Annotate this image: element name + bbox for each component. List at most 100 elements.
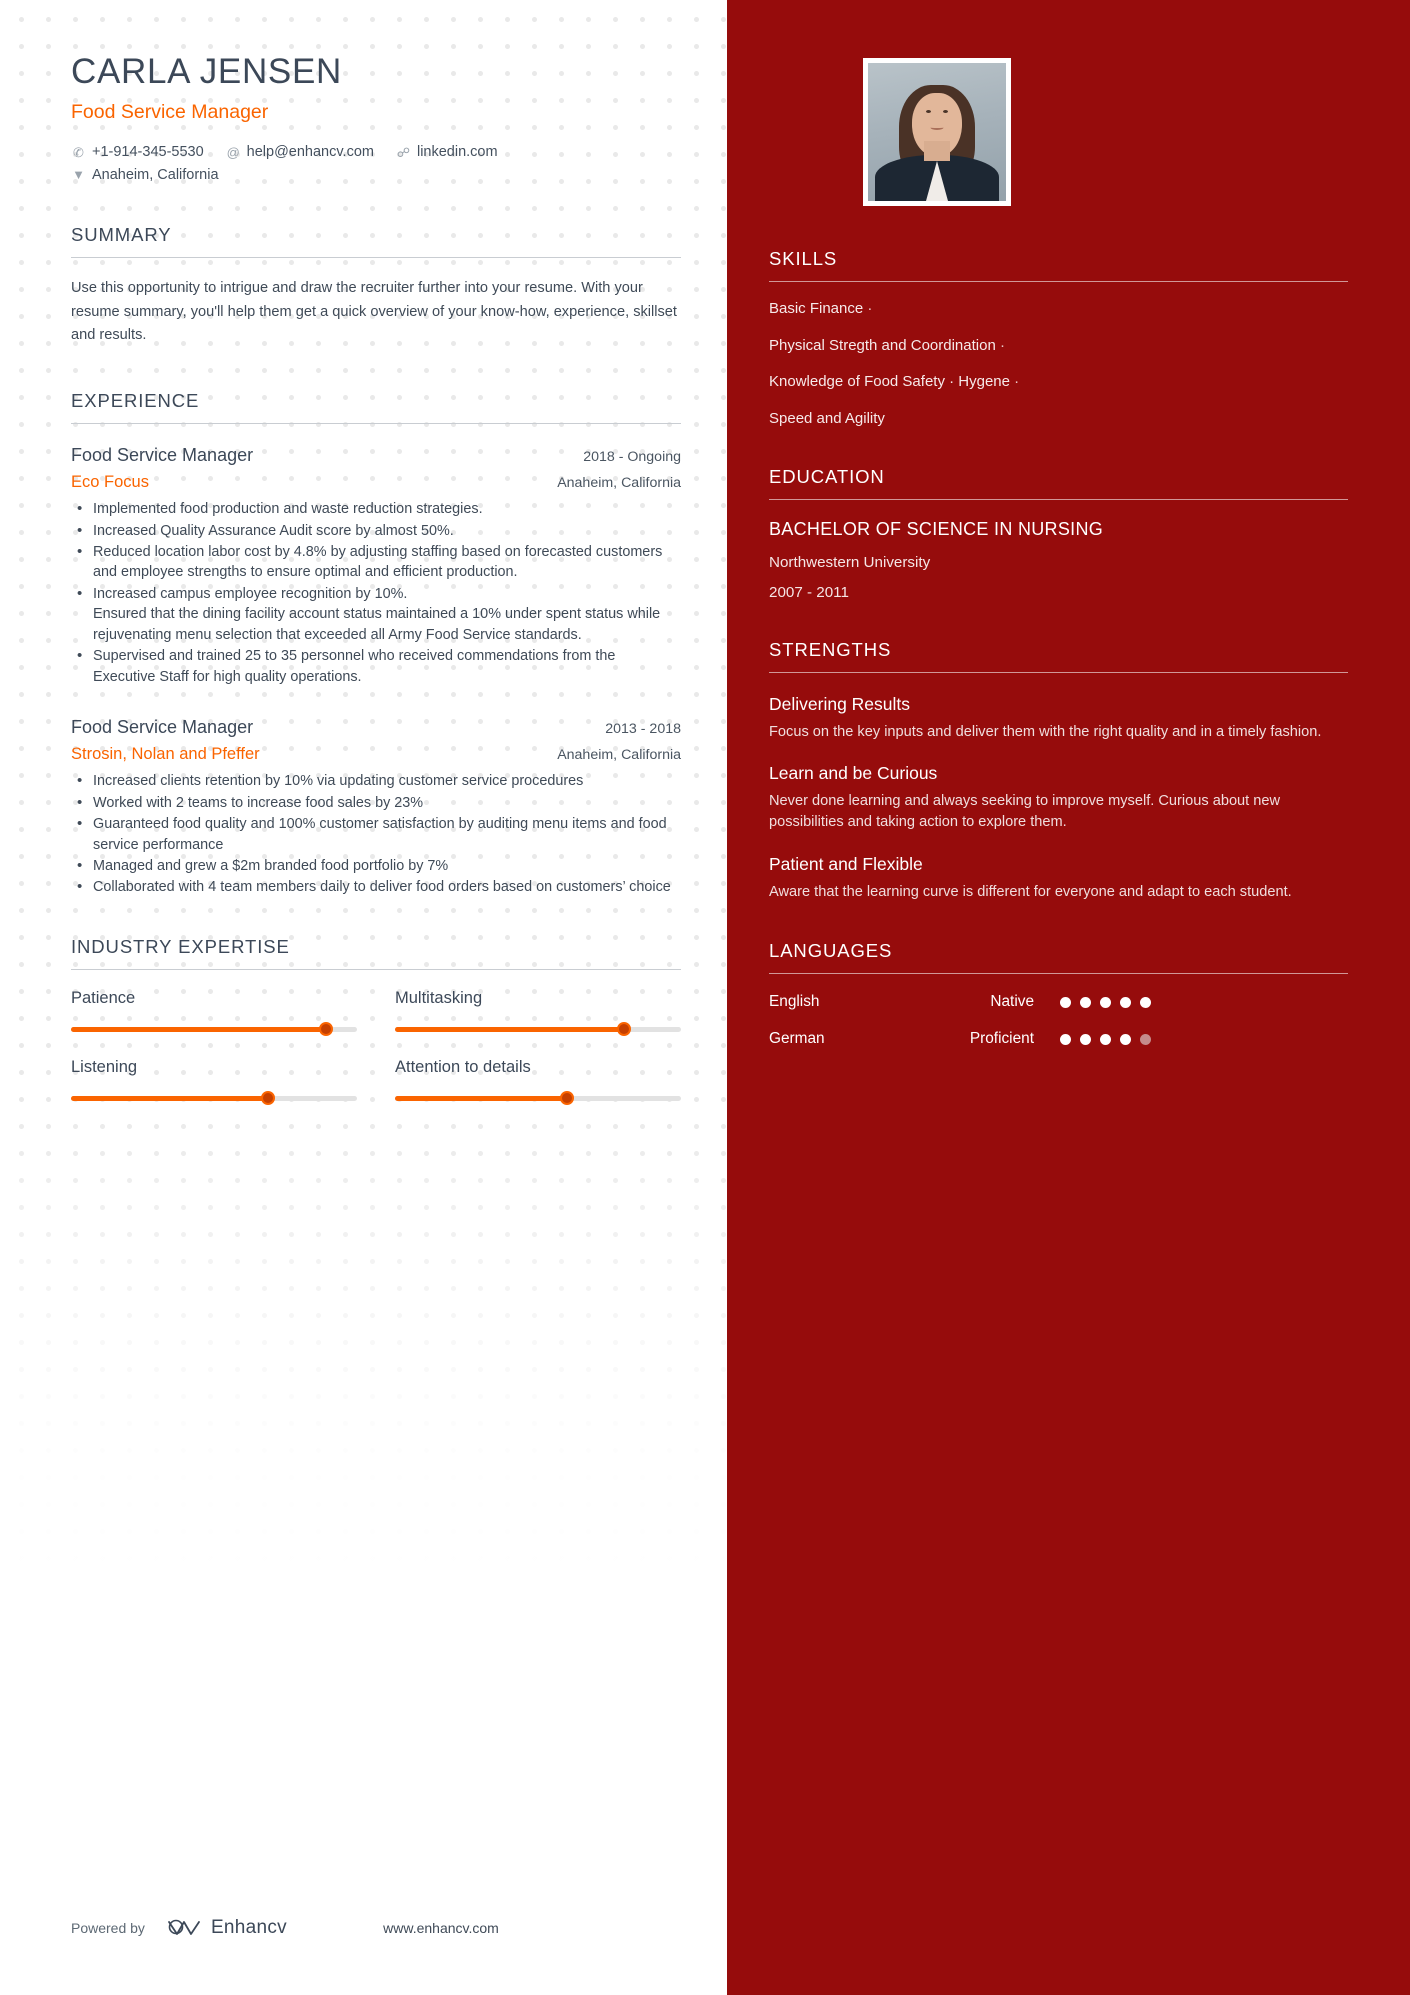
experience-section: EXPERIENCE Food Service Manager 2018 - O… — [71, 390, 681, 898]
industry-expertise-heading: INDUSTRY EXPERTISE — [71, 935, 290, 957]
language-row: English Native — [769, 993, 1348, 1011]
link-icon: ☍ — [396, 144, 411, 160]
language-rating-dots — [1060, 996, 1151, 1008]
summary-heading: SUMMARY — [71, 224, 172, 246]
page-footer: Powered by Enhancv www.enhancv.com — [71, 1917, 681, 1939]
skill-separator: · — [1014, 373, 1020, 390]
page-title: CARLA JENSEN — [71, 52, 342, 91]
bullet-text: Increased campus employee recognition by… — [93, 585, 408, 602]
language-name: English — [769, 993, 820, 1011]
skill-separator: · — [999, 336, 1005, 354]
location-pin-icon: ▼ — [72, 167, 85, 183]
slider-fill — [71, 1095, 269, 1101]
education-divider — [769, 499, 1348, 500]
slider-knob[interactable] — [261, 1091, 276, 1106]
skill-name: Physical Stregth and Coordination — [769, 336, 996, 354]
avatar-photo — [868, 63, 1006, 201]
experience-entry: Food Service Manager 2013 - 2018 Strosin… — [71, 717, 681, 898]
language-name: German — [769, 1030, 825, 1048]
rating-dot-empty — [1140, 1033, 1151, 1045]
contact-linkedin[interactable]: ☍ linkedin.com — [396, 141, 498, 163]
bullet-text: Implemented food production and waste re… — [93, 501, 483, 518]
strength-description: Focus on the key inputs and deliver them… — [769, 723, 1322, 740]
education-dates: 2007 - 2011 — [769, 583, 849, 601]
contact-location-text: Anaheim, California — [92, 166, 219, 183]
rating-dot-filled — [1100, 1033, 1111, 1045]
strength-title: Delivering Results — [769, 693, 911, 714]
job-title: Food Service Manager — [71, 101, 269, 124]
list-item: Implemented food production and waste re… — [71, 498, 681, 520]
experience-entry-head: Food Service Manager 2018 - Ongoing — [71, 445, 681, 466]
rating-dot-filled — [1080, 996, 1091, 1008]
experience-role: Food Service Manager — [71, 717, 254, 738]
bullet-text: Worked with 2 teams to increase food sal… — [93, 794, 424, 811]
slider-fill — [71, 1026, 326, 1032]
powered-by-label: Powered by — [71, 1920, 145, 1936]
enhancv-logo-icon — [168, 1919, 200, 1935]
avatar-neck — [924, 141, 950, 161]
contact-row-primary: ✆ +1-914-345-5530 @ help@enhancv.com ☍ l… — [71, 141, 681, 163]
skills-divider — [769, 281, 1348, 282]
summary-text: Use this opportunity to intrigue and dra… — [71, 280, 677, 344]
footer-url[interactable]: www.enhancv.com — [201, 1920, 681, 1936]
expertise-slider[interactable] — [395, 1022, 681, 1037]
bullet-text: Collaborated with 4 team members daily t… — [93, 879, 671, 896]
avatar-eye-right — [942, 109, 948, 113]
contact-email-text: help@enhancv.com — [246, 144, 374, 161]
skill-item: Basic Finance · — [769, 299, 1348, 319]
expertise-item-listening: Listening — [71, 1058, 357, 1106]
slider-fill — [395, 1095, 567, 1101]
expertise-item-attention-to-details: Attention to details — [395, 1057, 681, 1106]
bullet-text: Increased clients retention by 10% via u… — [93, 773, 584, 790]
education-section: EDUCATION BACHELOR OF SCIENCE IN NURSING… — [769, 466, 1348, 601]
resume-page: CARLA JENSEN Food Service Manager ✆ +1-9… — [0, 0, 1410, 1995]
skill-item: Speed and Agility — [769, 409, 1348, 429]
experience-company: Eco Focus — [71, 473, 149, 492]
rating-dot-filled — [1060, 996, 1071, 1008]
experience-location: Anaheim, California — [557, 747, 681, 764]
experience-company: Strosin, Nolan and Pfeffer — [71, 745, 260, 764]
experience-dates: 2018 - Ongoing — [583, 449, 681, 466]
slider-knob[interactable] — [616, 1022, 631, 1037]
strength-description: Aware that the learning curve is differe… — [769, 883, 1292, 900]
contact-phone[interactable]: ✆ +1-914-345-5530 — [71, 141, 204, 163]
bullet-text: Supervised and trained 25 to 35 personne… — [93, 648, 616, 685]
summary-divider — [71, 257, 681, 259]
strength-item: Patient and Flexible Aware that the lear… — [769, 854, 1348, 903]
rating-dot-filled — [1120, 996, 1131, 1008]
avatar-eye-left — [925, 109, 931, 113]
expertise-slider[interactable] — [395, 1091, 681, 1106]
list-item: Increased clients retention by 10% via u… — [71, 770, 681, 792]
expertise-slider[interactable] — [71, 1091, 357, 1106]
contact-details: ✆ +1-914-345-5530 @ help@enhancv.com ☍ l… — [71, 141, 681, 186]
bullet-text: Managed and grew a $2m branded food port… — [93, 858, 449, 874]
expertise-slider[interactable] — [71, 1022, 357, 1037]
bullet-subtext: Ensured that the dining facility account… — [93, 606, 661, 643]
language-level: Native — [990, 993, 1034, 1011]
language-level: Proficient — [969, 1030, 1034, 1048]
contact-email[interactable]: @ help@enhancv.com — [226, 141, 374, 163]
rating-dot-filled — [1080, 1033, 1091, 1045]
expertise-label: Attention to details — [395, 1057, 531, 1076]
education-degree: BACHELOR OF SCIENCE IN NURSING — [769, 519, 1104, 539]
contact-phone-text: +1-914-345-5530 — [92, 144, 204, 161]
avatar-smile — [930, 125, 944, 131]
rating-dot-filled — [1060, 1033, 1071, 1045]
slider-knob[interactable] — [559, 1091, 574, 1106]
avatar — [863, 58, 1011, 206]
skill-separator: · — [867, 300, 873, 317]
expertise-item-patience: Patience — [71, 989, 357, 1037]
expertise-label: Multitasking — [395, 988, 483, 1007]
email-icon: @ — [226, 144, 240, 160]
strengths-heading: STRENGTHS — [769, 638, 892, 660]
industry-expertise-divider — [71, 968, 681, 970]
strength-title: Learn and be Curious — [769, 763, 938, 784]
rating-dot-filled — [1100, 996, 1111, 1008]
rating-dot-filled — [1120, 1033, 1131, 1045]
contact-row-location: ▼ Anaheim, California — [71, 164, 681, 186]
slider-knob[interactable] — [318, 1022, 333, 1037]
resume-main-column: CARLA JENSEN Food Service Manager ✆ +1-9… — [0, 0, 727, 1995]
strength-description: Never done learning and always seeking t… — [769, 793, 1281, 830]
summary-section: SUMMARY Use this opportunity to intrigue… — [71, 224, 681, 348]
list-item: Guaranteed food quality and 100% custome… — [71, 813, 681, 855]
